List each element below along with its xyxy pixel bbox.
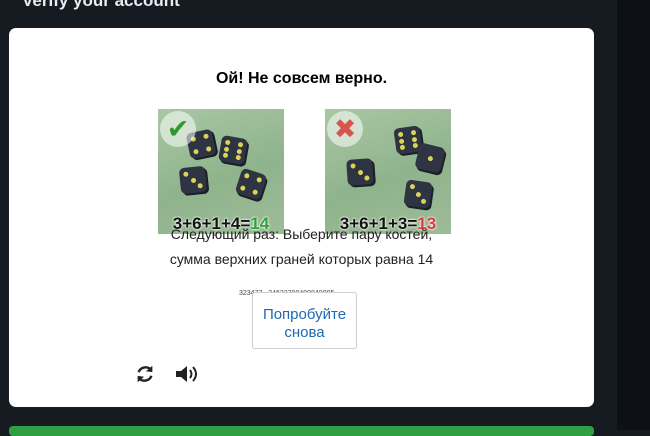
die [234, 167, 268, 201]
page-title: Verify your account [22, 0, 180, 10]
die [178, 165, 208, 195]
captcha-card: Ой! Не совсем верно. ✔ 3+6+1+4=14 ✖ 3+6+… [9, 28, 594, 407]
cross-icon: ✖ [327, 111, 363, 147]
die [403, 179, 433, 209]
die [217, 134, 249, 166]
die [414, 142, 446, 174]
retry-button[interactable]: Попробуйте снова [252, 292, 357, 349]
speaker-icon[interactable] [174, 363, 200, 385]
hint-text: Следующий раз: Выберите пару костей, сум… [169, 226, 434, 267]
error-heading: Ой! Не совсем верно. [215, 70, 388, 87]
check-icon: ✔ [160, 111, 196, 147]
example-correct-image: ✔ 3+6+1+4=14 [158, 109, 284, 234]
example-incorrect-image: ✖ 3+6+1+3=13 [325, 109, 451, 234]
refresh-icon[interactable] [134, 363, 156, 385]
side-panel [617, 0, 650, 430]
die [346, 158, 374, 186]
success-bar [9, 426, 594, 436]
